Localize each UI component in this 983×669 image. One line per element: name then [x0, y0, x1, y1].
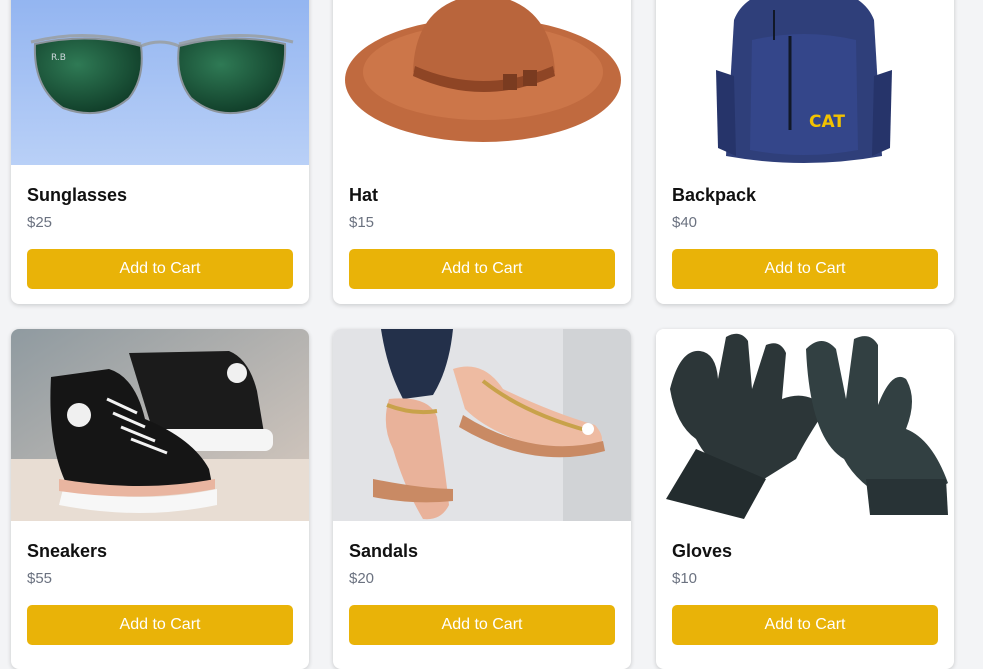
product-card-sandals: Sandals $20 Add to Cart — [333, 329, 631, 669]
product-card-sunglasses: R.B Sunglasses $25 Add to Cart — [11, 0, 309, 304]
product-card-gloves: Gloves $10 Add to Cart — [656, 329, 954, 669]
scrollbar[interactable] — [971, 0, 983, 640]
add-to-cart-button[interactable]: Add to Cart — [672, 605, 938, 645]
product-card-hat: Hat $15 Add to Cart — [333, 0, 631, 304]
product-name: Hat — [349, 185, 379, 205]
product-price: $10 — [672, 570, 698, 587]
add-to-cart-button[interactable]: Add to Cart — [672, 249, 938, 289]
product-price: $55 — [27, 570, 53, 587]
svg-text:CAT: CAT — [809, 112, 845, 132]
product-price: $15 — [349, 214, 375, 231]
product-price: $20 — [349, 570, 375, 587]
add-to-cart-button[interactable]: Add to Cart — [27, 605, 293, 645]
add-to-cart-button[interactable]: Add to Cart — [349, 605, 615, 645]
add-to-cart-button[interactable]: Add to Cart — [349, 249, 615, 289]
sandals-image — [333, 329, 631, 521]
backpack-image: CAT — [656, 0, 954, 165]
gloves-image — [656, 329, 954, 521]
svg-text:R.B: R.B — [51, 53, 66, 63]
product-name: Gloves — [672, 541, 733, 561]
product-name: Sunglasses — [27, 185, 128, 205]
hat-image — [333, 0, 631, 165]
sunglasses-image: R.B — [11, 0, 309, 165]
product-card-sneakers: Sneakers $55 Add to Cart — [11, 329, 309, 669]
sneakers-image — [11, 329, 309, 521]
product-name: Sandals — [349, 541, 419, 561]
product-price: $25 — [27, 214, 53, 231]
product-card-backpack: CAT Backpack $40 Add to Cart — [656, 0, 954, 304]
product-name: Sneakers — [27, 541, 108, 561]
product-grid: R.B Sunglasses $25 Add to Cart Hat $15 A… — [0, 0, 983, 669]
product-name: Backpack — [672, 185, 757, 205]
add-to-cart-button[interactable]: Add to Cart — [27, 249, 293, 289]
product-price: $40 — [672, 214, 698, 231]
